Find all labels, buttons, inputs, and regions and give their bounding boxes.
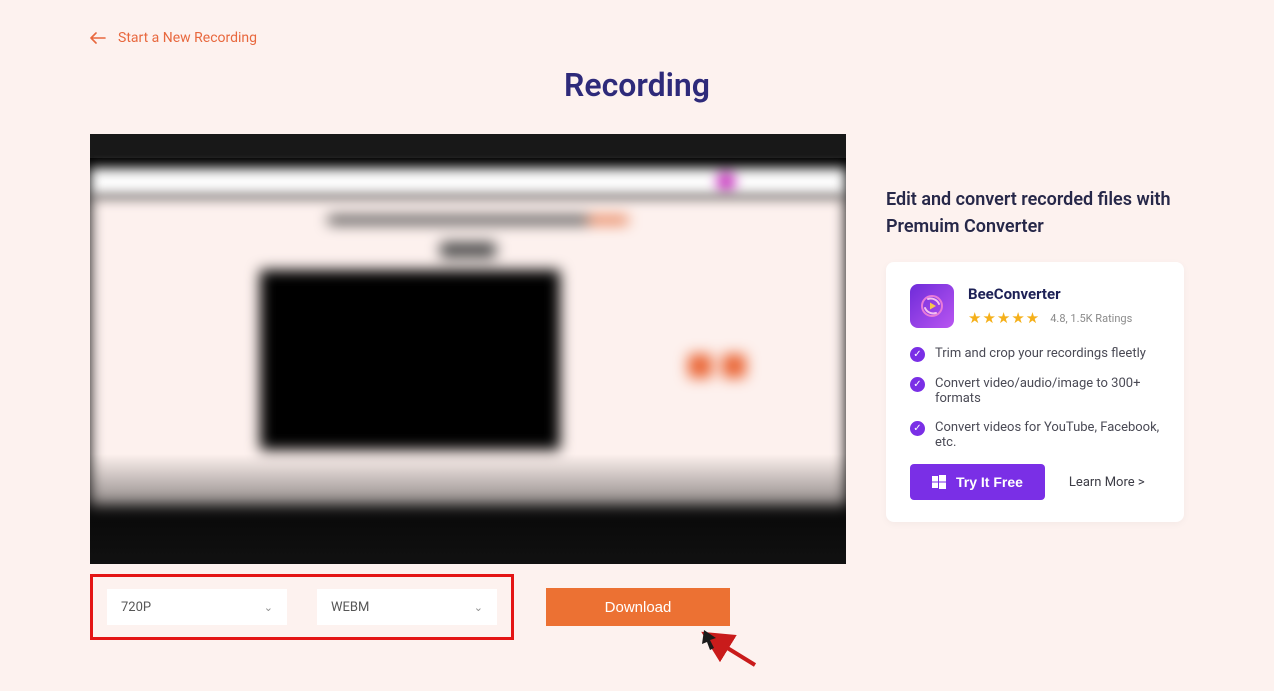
promo-heading: Edit and convert recorded files with Pre…: [886, 186, 1184, 240]
format-select[interactable]: WEBM ⌄: [317, 589, 497, 625]
options-highlight: 720P ⌄ WEBM ⌄: [90, 574, 514, 640]
chevron-down-icon: ⌄: [264, 601, 273, 614]
learn-more-link[interactable]: Learn More >: [1069, 475, 1145, 490]
format-value: WEBM: [331, 600, 369, 615]
feature-list: ✓Trim and crop your recordings fleetly ✓…: [910, 346, 1160, 450]
resolution-select[interactable]: 720P ⌄: [107, 589, 287, 625]
chevron-down-icon: ⌄: [474, 601, 483, 614]
back-link-label: Start a New Recording: [118, 30, 257, 46]
star-rating-icon: ★★★★★: [968, 309, 1040, 327]
arrow-left-icon: [90, 32, 106, 44]
rating-text: 4.8, 1.5K Ratings: [1050, 312, 1132, 325]
feature-item: ✓Trim and crop your recordings fleetly: [910, 346, 1160, 362]
beeconverter-logo-icon: [910, 284, 954, 328]
download-button[interactable]: Download: [546, 588, 730, 626]
back-link[interactable]: Start a New Recording: [90, 30, 257, 46]
recording-preview: [90, 134, 846, 564]
windows-icon: [932, 475, 946, 489]
resolution-value: 720P: [121, 600, 151, 615]
feature-item: ✓Convert video/audio/image to 300+ forma…: [910, 376, 1160, 406]
page-title: Recording: [40, 66, 1234, 104]
try-free-label: Try It Free: [956, 474, 1023, 490]
check-icon: ✓: [910, 347, 925, 362]
product-name: BeeConverter: [968, 285, 1132, 303]
promo-card: BeeConverter ★★★★★ 4.8, 1.5K Ratings ✓Tr…: [886, 262, 1184, 522]
check-icon: ✓: [910, 377, 925, 392]
check-icon: ✓: [910, 421, 925, 436]
download-button-label: Download: [605, 599, 672, 616]
try-free-button[interactable]: Try It Free: [910, 464, 1045, 500]
feature-item: ✓Convert videos for YouTube, Facebook, e…: [910, 420, 1160, 450]
